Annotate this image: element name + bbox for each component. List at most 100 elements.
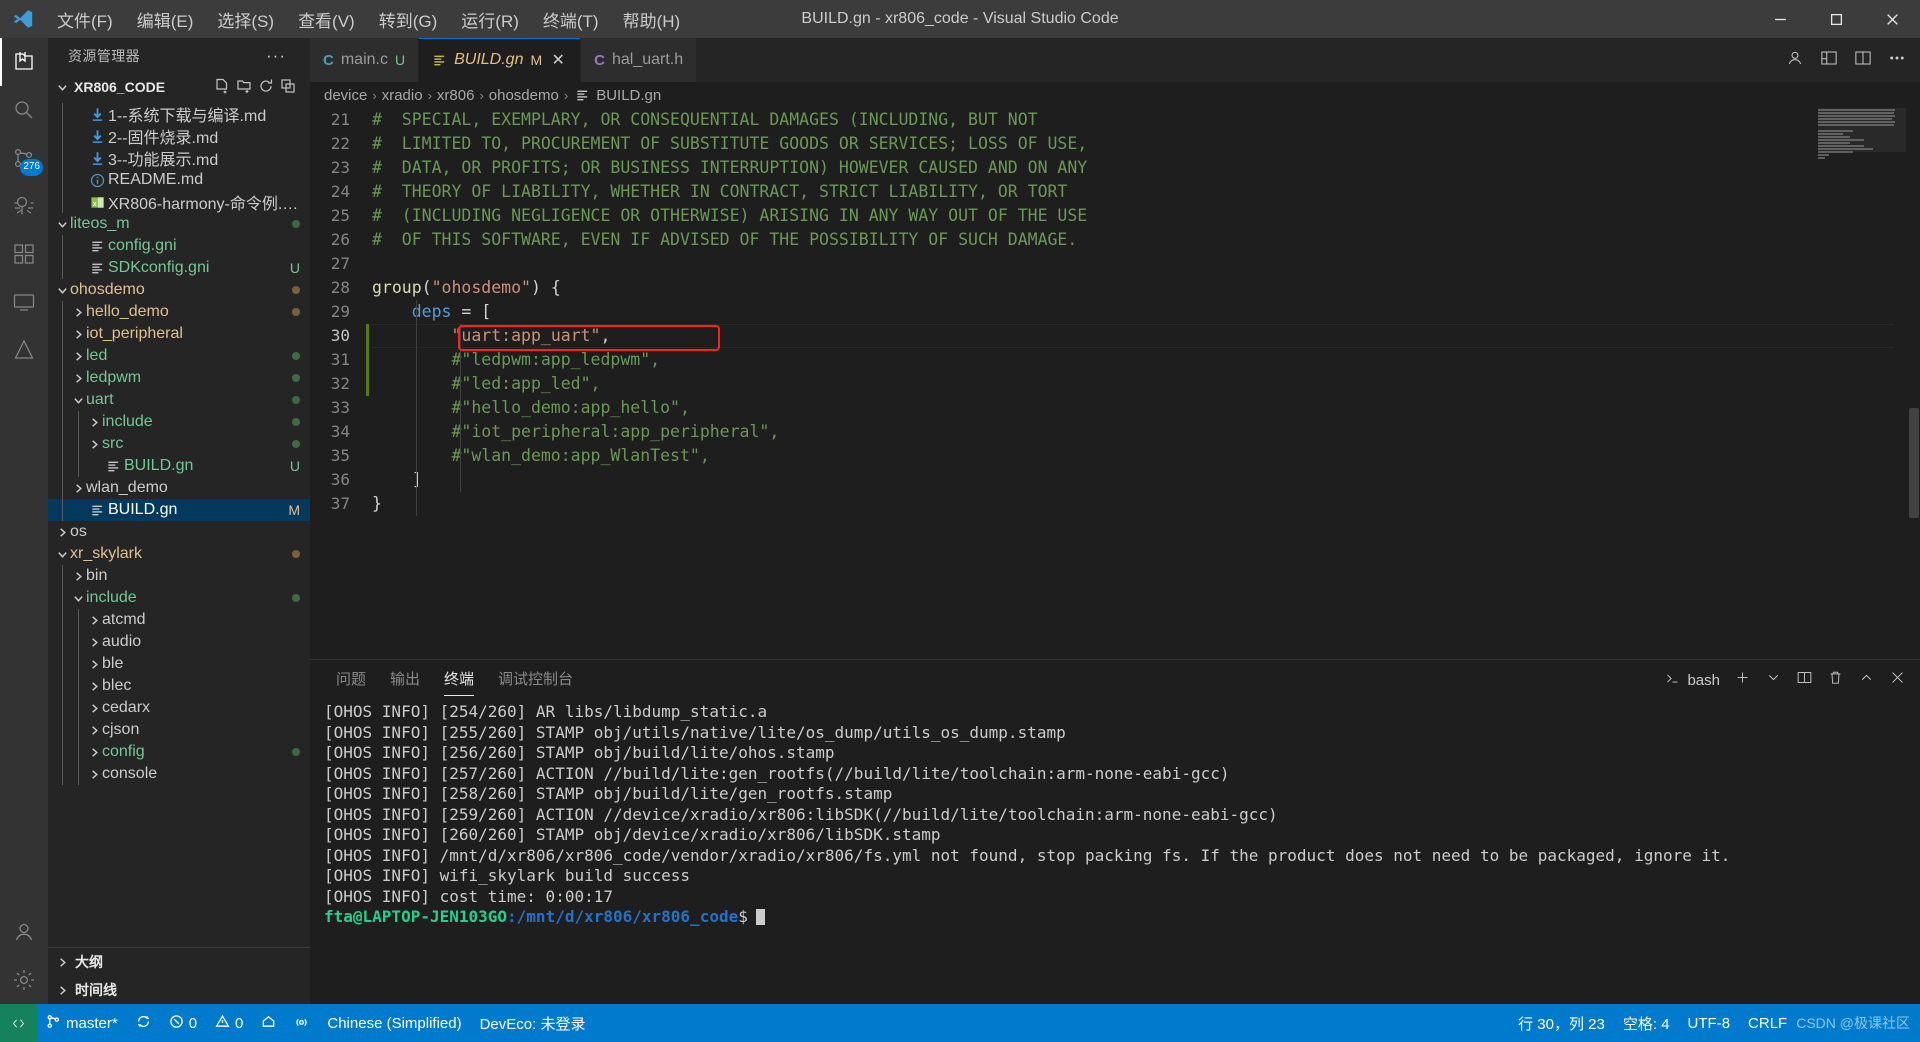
code-line[interactable]: 37} — [310, 492, 1920, 516]
collapse-all-icon[interactable] — [280, 78, 296, 97]
tree-folder-item[interactable]: cedarx — [48, 697, 310, 719]
tree-file-item[interactable]: 2--固件烧录.md — [48, 125, 310, 147]
new-folder-icon[interactable] — [236, 78, 252, 97]
split-layout-icon[interactable] — [1820, 49, 1838, 72]
tree-file-item[interactable]: 3--功能展示.md — [48, 147, 310, 169]
status-item-warning-icon[interactable]: 0 — [206, 1004, 252, 1042]
chevron-right-icon[interactable] — [86, 697, 102, 719]
tree-folder-item[interactable]: audio — [48, 631, 310, 653]
terminal-shell-selector[interactable]: bash — [1664, 670, 1720, 691]
tree-folder-item[interactable]: ohosdemo — [48, 279, 310, 301]
tree-folder-item[interactable]: iot_peripheral — [48, 323, 310, 345]
chevron-right-icon[interactable] — [86, 609, 102, 631]
status-item-1[interactable]: 空格: 4 — [1614, 1004, 1679, 1042]
file-tree[interactable]: 1--系统下载与编译.md 2--固件烧录.md 3--功能展示.md README.… — [48, 101, 310, 947]
tree-folder-item[interactable]: os — [48, 521, 310, 543]
tree-folder-item[interactable]: config — [48, 741, 310, 763]
tree-folder-item[interactable]: xr_skylark — [48, 543, 310, 565]
editor-tab-hal_uart-h[interactable]: Chal_uart.h — [581, 38, 698, 82]
menu-selection[interactable]: 选择(S) — [206, 3, 285, 36]
minimize-button[interactable] — [1752, 0, 1808, 38]
activity-search-icon[interactable] — [0, 86, 48, 134]
tree-file-item[interactable]: 1--系统下载与编译.md — [48, 103, 310, 125]
chevron-down-icon[interactable] — [54, 76, 70, 98]
tree-file-item[interactable]: x XR806-harmony-命令例.xlsx — [48, 191, 310, 213]
activity-run-debug-icon[interactable] — [0, 182, 48, 230]
code-line[interactable]: 30 "uart:app_uart", — [310, 324, 1920, 348]
chevron-right-icon[interactable] — [70, 477, 86, 499]
chevron-down-icon[interactable] — [70, 587, 86, 609]
activity-deveco-icon[interactable] — [0, 326, 48, 374]
new-file-icon[interactable] — [214, 78, 230, 97]
editor-tab-BUILD-gn[interactable]: BUILD.gn M ✕ — [419, 38, 582, 82]
breadcrumb-item[interactable]: ohosdemo — [489, 87, 559, 104]
tree-folder-item[interactable]: include — [48, 587, 310, 609]
code-line[interactable]: 33 #"hello_demo:app_hello", — [310, 396, 1920, 420]
sidebar-root-folder[interactable]: XR806_CODE — [48, 73, 310, 101]
chevron-right-icon[interactable] — [70, 301, 86, 323]
editor-tab-main-c[interactable]: Cmain.c U — [310, 38, 420, 82]
tree-folder-item[interactable]: atcmd — [48, 609, 310, 631]
menu-view[interactable]: 查看(V) — [287, 3, 366, 36]
code-line[interactable]: 34 #"iot_peripheral:app_peripheral", — [310, 420, 1920, 444]
code-line[interactable]: 31 #"ledpwm:app_ledpwm", — [310, 348, 1920, 372]
breadcrumb[interactable]: device › xradio › xr806 › ohosdemo › BUILD.gn — [310, 82, 1920, 108]
code-editor[interactable]: 21 # SPECIAL, EXEMPLARY, OR CONSEQUENTIAL… — [310, 108, 1920, 659]
tree-folder-item[interactable]: blec — [48, 675, 310, 697]
sidebar-section-timeline[interactable]: 时间线 — [48, 976, 310, 1004]
tree-file-item[interactable]: BUILD.gn U — [48, 455, 310, 477]
tree-folder-item[interactable]: src — [48, 433, 310, 455]
status-item-radio-tower-icon[interactable] — [285, 1004, 318, 1042]
terminal-prompt[interactable]: fta@LAPTOP-JEN103GO:/mnt/d/xr806/xr806_c… — [324, 907, 1920, 928]
split-terminal-icon[interactable] — [1796, 669, 1813, 691]
tree-folder-item[interactable]: hello_demo — [48, 301, 310, 323]
chevron-right-icon[interactable] — [86, 763, 102, 785]
code-line[interactable]: 21 # SPECIAL, EXEMPLARY, OR CONSEQUENTIAL… — [310, 108, 1920, 132]
minimap-slider[interactable] — [1818, 108, 1906, 152]
chevron-down-icon[interactable] — [70, 389, 86, 411]
menu-run[interactable]: 运行(R) — [450, 3, 530, 36]
code-line[interactable]: 25 # (INCLUDING NEGLIGENCE OR OTHERWISE) … — [310, 204, 1920, 228]
chevron-right-icon[interactable] — [86, 741, 102, 763]
tree-file-item[interactable]: config.gni — [48, 235, 310, 257]
status-item-home-icon[interactable] — [252, 1004, 285, 1042]
tree-folder-item[interactable]: include — [48, 411, 310, 433]
chevron-down-icon[interactable] — [54, 279, 70, 301]
chevron-right-icon[interactable] — [86, 675, 102, 697]
chevron-right-icon[interactable] — [86, 631, 102, 653]
scrollbar-thumb[interactable] — [1909, 408, 1919, 518]
chevron-right-icon[interactable] — [70, 367, 86, 389]
code-line[interactable]: 23 # DATA, OR PROFITS; OR BUSINESS INTERR… — [310, 156, 1920, 180]
chevron-right-icon[interactable] — [86, 411, 102, 433]
status-item-0[interactable]: 行 30，列 23 — [1509, 1004, 1614, 1042]
status-item-deveco-[interactable]: DevEco: 未登录 — [471, 1004, 595, 1042]
breadcrumb-item[interactable]: device — [324, 87, 367, 104]
chevron-down-icon[interactable] — [1765, 669, 1782, 691]
code-line[interactable]: 22 # LIMITED TO, PROCUREMENT OF SUBSTITUT… — [310, 132, 1920, 156]
activity-remote-explorer-icon[interactable] — [0, 278, 48, 326]
code-line[interactable]: 29 deps = [ — [310, 300, 1920, 324]
close-button[interactable] — [1864, 0, 1920, 38]
new-terminal-icon[interactable] — [1734, 669, 1751, 691]
chevron-down-icon[interactable] — [54, 213, 70, 235]
tree-file-item[interactable]: SDKconfig.gni U — [48, 257, 310, 279]
chevron-right-icon[interactable] — [86, 433, 102, 455]
menu-edit[interactable]: 编辑(E) — [126, 3, 205, 36]
status-item-error-icon[interactable]: 0 — [160, 1004, 206, 1042]
tree-folder-item[interactable]: wlan_demo — [48, 477, 310, 499]
code-lines[interactable]: 21 # SPECIAL, EXEMPLARY, OR CONSEQUENTIAL… — [310, 108, 1920, 659]
status-item-chinese-simplified-[interactable]: Chinese (Simplified) — [318, 1004, 470, 1042]
chevron-down-icon[interactable] — [54, 543, 70, 565]
chevron-right-icon[interactable] — [54, 521, 70, 543]
tree-file-item[interactable]: README.md — [48, 169, 310, 191]
tree-folder-item[interactable]: ble — [48, 653, 310, 675]
panel-tab-0[interactable]: 问题 — [324, 668, 378, 696]
menu-go[interactable]: 转到(G) — [368, 3, 449, 36]
tree-folder-item[interactable]: uart — [48, 389, 310, 411]
chevron-right-icon[interactable] — [70, 323, 86, 345]
remote-window-icon[interactable] — [0, 1004, 37, 1042]
maximize-button[interactable] — [1808, 0, 1864, 38]
tree-folder-item[interactable]: console — [48, 763, 310, 785]
tree-folder-item[interactable]: bin — [48, 565, 310, 587]
code-line[interactable]: 26 # OF THIS SOFTWARE, EVEN IF ADVISED OF… — [310, 228, 1920, 252]
